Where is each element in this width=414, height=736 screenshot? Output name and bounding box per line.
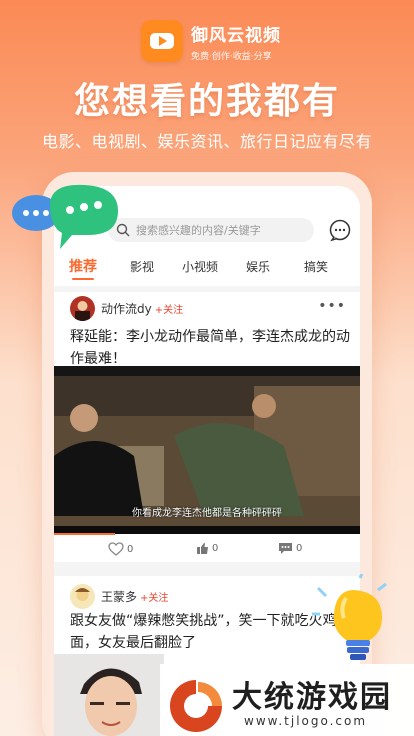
app-slogan: 免费·创作·收益·分享 bbox=[191, 51, 272, 62]
chat-bubbles-icon bbox=[10, 183, 122, 253]
heart-icon bbox=[108, 542, 124, 556]
category-tabs: 推荐 影视 小视频 娱乐 搞笑 bbox=[54, 256, 360, 280]
search-placeholder: 搜索感兴趣的内容/关键字 bbox=[136, 224, 261, 237]
comment-button[interactable]: 0 bbox=[278, 542, 302, 555]
tab-movies[interactable]: 影视 bbox=[130, 258, 154, 275]
author-name[interactable]: 动作流dy bbox=[101, 300, 152, 317]
thumbs-up-count: 0 bbox=[212, 543, 219, 554]
tab-short-video[interactable]: 小视频 bbox=[182, 258, 218, 275]
active-tab-indicator bbox=[72, 278, 94, 280]
post-actions: 0 0 0 bbox=[54, 542, 360, 558]
avatar[interactable] bbox=[70, 296, 95, 321]
watermark-title: 大统游戏园 bbox=[232, 680, 392, 715]
app-brand: 御风云视频 免费·创作·收益·分享 bbox=[141, 20, 281, 62]
thumbs-up-button[interactable]: 0 bbox=[196, 542, 218, 555]
tab-funny[interactable]: 搞笑 bbox=[304, 258, 328, 275]
site-watermark: 大统游戏园 www.tjlogo.com bbox=[160, 664, 414, 736]
follow-button[interactable]: +关注 bbox=[155, 301, 183, 316]
author-name[interactable]: 王蒙多 bbox=[101, 588, 137, 605]
chat-bubble-icon bbox=[329, 219, 351, 242]
avatar[interactable] bbox=[70, 584, 95, 609]
video-progress-bar[interactable] bbox=[54, 533, 115, 535]
promo-headline: 您想看的我都有 bbox=[73, 81, 340, 122]
like-button[interactable]: 0 bbox=[108, 542, 133, 556]
comment-icon bbox=[279, 543, 292, 554]
app-name: 御风云视频 bbox=[191, 25, 281, 46]
light-bulb-icon bbox=[310, 573, 392, 666]
comment-count: 0 bbox=[296, 543, 303, 554]
message-button[interactable] bbox=[328, 218, 352, 242]
video-player[interactable]: 你看成龙李连杰他都是各种砰砰砰 bbox=[54, 366, 360, 534]
video-subtitle: 你看成龙李连杰他都是各种砰砰砰 bbox=[132, 508, 282, 519]
play-logo-icon bbox=[141, 20, 183, 62]
feed-card[interactable]: 动作流dy +关注 ••• 释延能：李小龙动作最简单，李连杰成龙的动作最难！ 你… bbox=[54, 292, 360, 562]
post-header: 王蒙多 +关注 bbox=[70, 584, 168, 609]
video-thumbnail[interactable] bbox=[54, 654, 164, 736]
post-title[interactable]: 释延能：李小龙动作最简单，李连杰成龙的动作最难！ bbox=[70, 326, 354, 370]
like-count: 0 bbox=[127, 543, 134, 555]
watermark-logo-icon bbox=[168, 678, 224, 732]
watermark-url: www.tjlogo.com bbox=[244, 714, 368, 728]
thumbs-up-icon bbox=[197, 543, 208, 554]
follow-button[interactable]: +关注 bbox=[140, 589, 168, 604]
promo-subline: 电影、电视剧、娱乐资讯、旅行日记应有尽有 bbox=[41, 132, 372, 151]
post-header: 动作流dy +关注 bbox=[70, 296, 183, 321]
search-input[interactable]: 搜索感兴趣的内容/关键字 bbox=[108, 218, 314, 242]
more-options-icon[interactable]: ••• bbox=[318, 298, 346, 314]
tab-entertainment[interactable]: 娱乐 bbox=[246, 258, 270, 275]
tab-recommend[interactable]: 推荐 bbox=[69, 256, 97, 276]
